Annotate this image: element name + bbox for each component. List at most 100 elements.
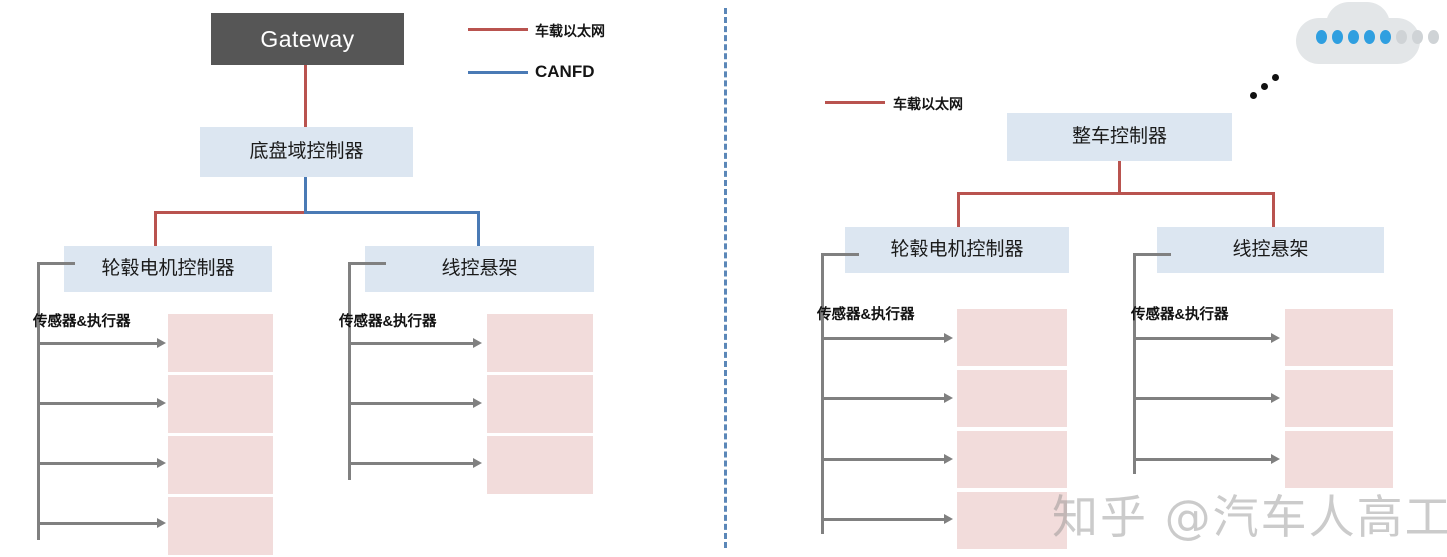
link-drop-to-suspension-right [1272,192,1275,227]
link-drop-to-hub-motor-right [957,192,960,227]
ellipsis-dot-2 [1261,83,1268,90]
node-wire-suspension-right-label: 线控悬架 [1232,239,1309,261]
diagram-canvas: 车载以太网 CANFD Gateway 底盘域控制器 轮毂电机控制器 线控悬架 … [0,0,1447,557]
bracket-arrow-line-l1-1 [37,402,159,405]
link-vehicle-stem [1118,161,1121,194]
legend-line-ethernet-right [825,101,885,104]
bracket-arrow-line-l2-0 [348,342,475,345]
link-drop-to-hub-motor-left [154,211,157,246]
sensor-box-l2-2 [487,436,593,494]
bracket-arrow-line-l1-2 [37,462,159,465]
cloud-dot-active-3 [1348,30,1359,44]
sensor-box-l1-3 [168,497,273,555]
bracket-arrowhead-l1-0 [157,338,166,348]
link-gateway-to-domain [304,65,307,127]
cloud-dot-active-4 [1364,30,1375,44]
bracket-arrowhead-l1-1 [157,398,166,408]
node-wire-suspension-right[interactable]: 线控悬架 [1157,227,1384,273]
bracket-arrowhead-l1-3 [157,518,166,528]
bracket-top-stub-l1 [37,262,75,265]
node-gateway-label: Gateway [260,25,355,52]
bracket-arrow-line-r2-1 [1133,397,1273,400]
link-bus-left-red [154,211,307,214]
sensor-box-l1-1 [168,375,273,433]
bracket-spine-r2 [1133,253,1136,474]
bracket-arrow-line-l1-3 [37,522,159,525]
bracket-spine-r1 [821,253,824,534]
bracket-arrow-line-l2-2 [348,462,475,465]
node-hub-motor-controller-left[interactable]: 轮毂电机控制器 [64,246,272,292]
sensor-box-r1-2 [957,431,1067,488]
node-vehicle-controller-label: 整车控制器 [1071,126,1167,148]
panel-divider [724,8,727,548]
bracket-arrow-line-r1-0 [821,337,946,340]
sensor-box-r2-0 [1285,309,1393,366]
sensor-box-r1-1 [957,370,1067,427]
legend-line-canfd-left [468,71,528,74]
bracket-arrowhead-r1-1 [944,393,953,403]
sensor-box-l1-2 [168,436,273,494]
sensor-box-r1-3 [957,492,1067,549]
node-gateway[interactable]: Gateway [211,13,404,65]
ellipsis-dot-1 [1250,92,1257,99]
sensor-box-r1-0 [957,309,1067,366]
cloud-dot-inactive-2 [1412,30,1423,44]
cloud-dot-active-5 [1380,30,1391,44]
bracket-arrowhead-r2-0 [1271,333,1280,343]
sensor-box-l2-1 [487,375,593,433]
cloud-dot-inactive-1 [1396,30,1407,44]
bracket-arrow-line-r1-3 [821,518,946,521]
node-vehicle-controller[interactable]: 整车控制器 [1007,113,1232,161]
node-wire-suspension-left[interactable]: 线控悬架 [365,246,594,292]
sensor-label-l2: 传感器&执行器 [339,314,437,330]
node-wire-suspension-left-label: 线控悬架 [441,258,518,280]
sensor-label-r1: 传感器&执行器 [817,307,915,323]
link-drop-to-suspension-left [477,211,480,246]
node-chassis-domain-controller-label: 底盘域控制器 [249,141,364,163]
bracket-top-stub-r1 [821,253,859,256]
node-hub-motor-controller-left-label: 轮毂电机控制器 [101,258,235,280]
legend-label-ethernet-right: 车载以太网 [893,96,963,112]
sensor-box-l1-0 [168,314,273,372]
bracket-arrow-line-l1-0 [37,342,159,345]
bracket-arrow-line-r2-2 [1133,458,1273,461]
sensor-box-r2-1 [1285,370,1393,427]
cloud-dot-active-1 [1316,30,1327,44]
bracket-arrowhead-r2-2 [1271,454,1280,464]
cloud-dot-inactive-3 [1428,30,1439,44]
link-bus-right-panel [957,192,1275,195]
watermark: 知乎 @汽车人高工 [1052,490,1447,544]
bracket-arrowhead-r1-3 [944,514,953,524]
node-hub-motor-controller-right[interactable]: 轮毂电机控制器 [845,227,1069,273]
sensor-label-r2: 传感器&执行器 [1131,307,1229,323]
bracket-arrowhead-l2-2 [473,458,482,468]
legend-label-canfd-left: CANFD [535,62,595,81]
bracket-arrow-line-r1-2 [821,458,946,461]
legend-line-ethernet-left [468,28,528,31]
bracket-arrowhead-r1-2 [944,454,953,464]
sensor-box-r2-2 [1285,431,1393,488]
ellipsis-dots [1250,72,1290,102]
sensor-box-l2-0 [487,314,593,372]
legend-label-ethernet-left: 车载以太网 [535,23,605,39]
bracket-arrowhead-l1-2 [157,458,166,468]
bracket-arrowhead-r1-0 [944,333,953,343]
bracket-spine-l1 [37,262,40,540]
bracket-top-stub-l2 [348,262,386,265]
bracket-arrow-line-l2-1 [348,402,475,405]
node-hub-motor-controller-right-label: 轮毂电机控制器 [890,239,1024,261]
cloud-dot-active-2 [1332,30,1343,44]
cloud-icon [1296,2,1439,66]
node-chassis-domain-controller[interactable]: 底盘域控制器 [200,127,413,177]
link-bus-right-blue [304,211,480,214]
bracket-arrow-line-r2-0 [1133,337,1273,340]
link-domain-stem [304,177,307,214]
bracket-arrowhead-l2-0 [473,338,482,348]
bracket-top-stub-r2 [1133,253,1171,256]
bracket-arrow-line-r1-1 [821,397,946,400]
sensor-label-l1: 传感器&执行器 [33,314,131,330]
bracket-arrowhead-l2-1 [473,398,482,408]
bracket-spine-l2 [348,262,351,480]
ellipsis-dot-3 [1272,74,1279,81]
bracket-arrowhead-r2-1 [1271,393,1280,403]
